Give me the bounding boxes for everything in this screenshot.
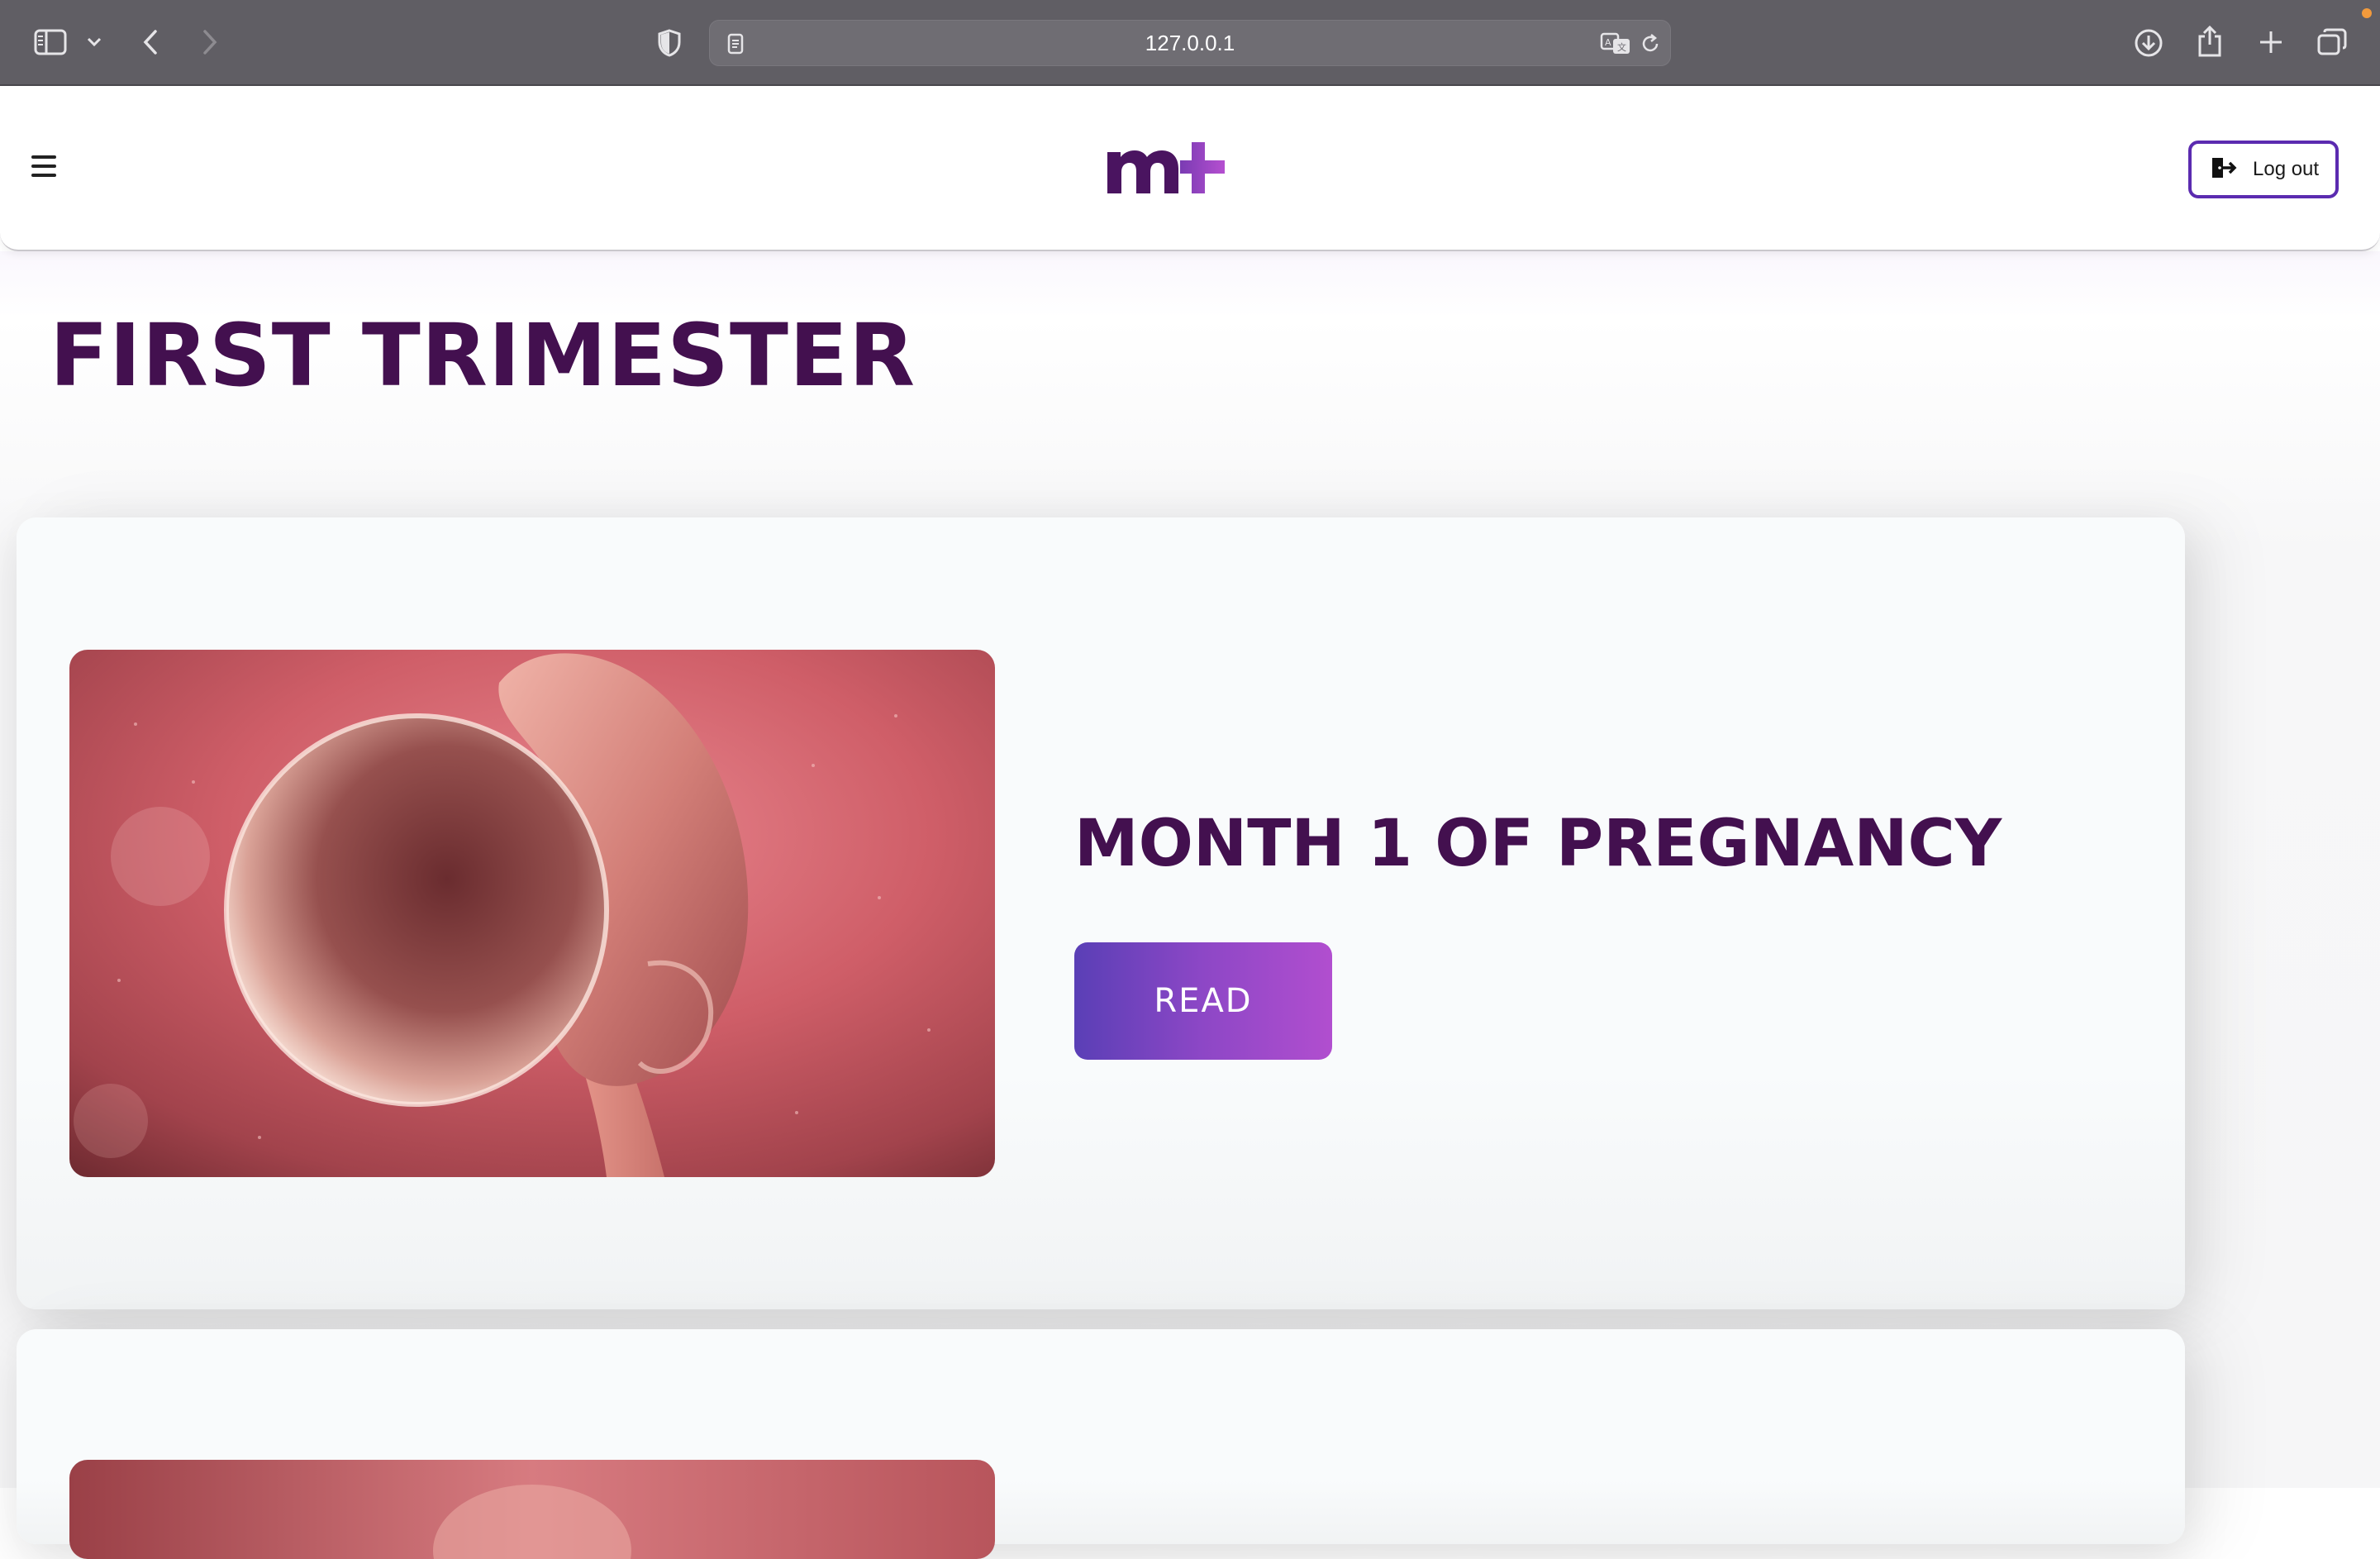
- browser-toolbar: 127.0.0.1 A文: [0, 0, 2380, 86]
- sidebar-toggle-icon[interactable]: [33, 26, 68, 58]
- shield-icon[interactable]: [654, 26, 684, 60]
- article-card: [17, 1329, 2185, 1559]
- address-bar[interactable]: 127.0.0.1 A文: [709, 20, 1671, 66]
- share-icon[interactable]: [2192, 21, 2228, 61]
- svg-text:A: A: [1605, 37, 1611, 48]
- url-text[interactable]: 127.0.0.1: [710, 21, 1670, 65]
- back-arrow-icon[interactable]: [136, 25, 165, 60]
- plus-icon[interactable]: [2254, 25, 2287, 60]
- reload-icon[interactable]: [1637, 31, 1664, 57]
- translate-icon[interactable]: A文: [1599, 29, 1634, 59]
- fetus-illustration-image: [69, 1460, 995, 1559]
- article-card: MONTH 1 OF PREGNANCY READ: [17, 517, 2185, 1309]
- read-button[interactable]: READ: [1074, 942, 1332, 1060]
- site-header: Log out: [0, 86, 2380, 251]
- brand-logo[interactable]: [1104, 139, 1228, 197]
- chevron-down-icon[interactable]: [83, 31, 106, 53]
- page-title: FIRST TRIMESTER: [50, 305, 916, 406]
- logout-label: Log out: [2253, 158, 2320, 180]
- tab-overview-icon[interactable]: [2314, 25, 2350, 60]
- logout-button[interactable]: Log out: [2188, 141, 2339, 198]
- hamburger-menu-icon[interactable]: [31, 155, 58, 180]
- card-heading: MONTH 1 OF PREGNANCY: [1074, 807, 2002, 881]
- download-icon[interactable]: [2130, 25, 2167, 61]
- fetus-illustration-image: [69, 650, 995, 1177]
- forward-arrow-icon[interactable]: [195, 25, 225, 60]
- notification-dot: [2362, 8, 2372, 18]
- logout-icon: [2210, 155, 2238, 184]
- svg-text:文: 文: [1617, 41, 1626, 53]
